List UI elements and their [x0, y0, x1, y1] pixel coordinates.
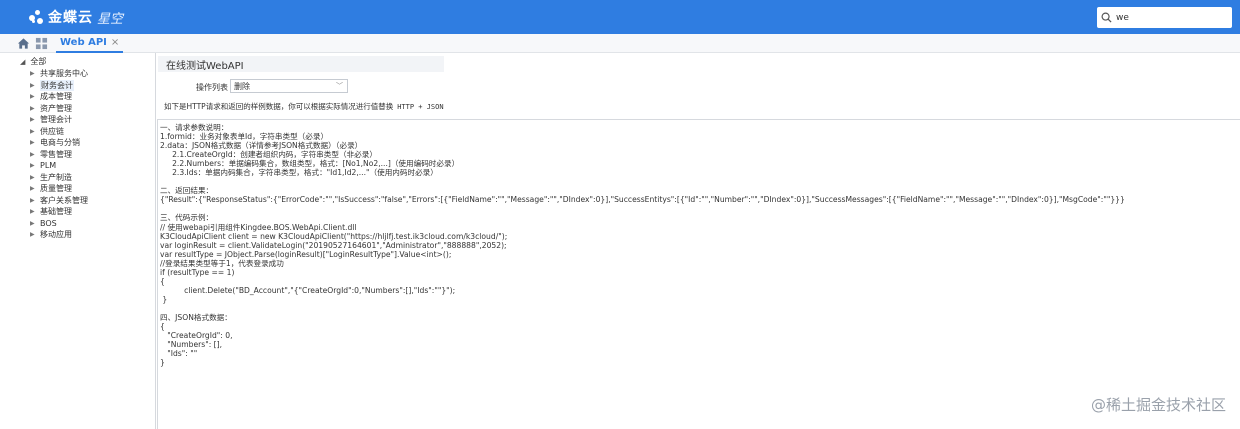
brand-logo[interactable]: 金蝶云 星空	[28, 6, 123, 28]
doc-line: 一、请求参数说明：	[160, 123, 229, 132]
tree-item[interactable]: ▶ 供应链	[30, 126, 88, 138]
home-icon[interactable]	[17, 37, 30, 50]
doc-line: // 使用webapi引用组件Kingdee.BOS.WebApi.Client…	[160, 223, 357, 232]
caret-right-icon[interactable]: ▶	[30, 162, 40, 169]
close-icon[interactable]: ×	[111, 37, 119, 48]
tree-item[interactable]: ▶ 客户关系管理	[30, 195, 88, 207]
doc-line: 2.1.CreateOrgId：创建者组织内码，字符串类型（非必录）	[160, 150, 377, 159]
doc-line: 三、代码示例：	[160, 213, 214, 222]
tree-item[interactable]: ▶ 共享服务中心	[30, 68, 88, 80]
doc-line: if (resultType == 1)	[160, 268, 235, 277]
doc-line: var resultType = JObject.Parse(loginResu…	[160, 250, 452, 259]
main-content: 在线测试WebAPI 操作列表 删除 ﹀ 如下是HTTP请求和返回的样例数据，你…	[157, 53, 1240, 429]
tree-root-label: 全部	[30, 57, 47, 66]
doc-line: 四、JSON格式数据：	[160, 313, 232, 322]
tree-item[interactable]: ▶ 管理会计	[30, 114, 88, 126]
caret-right-icon[interactable]: ▶	[30, 220, 40, 227]
caret-right-icon[interactable]: ▶	[30, 70, 40, 77]
doc-line: {"Result":{"ResponseStatus":{"ErrorCode"…	[160, 195, 1125, 204]
caret-right-icon[interactable]: ▶	[30, 139, 40, 146]
caret-right-icon[interactable]: ▶	[30, 105, 40, 112]
caret-right-icon[interactable]: ▶	[30, 197, 40, 204]
tab-bar: Web API ×	[0, 34, 1240, 53]
doc-line: 1.formid：业务对象表单Id，字符串类型（必录）	[160, 132, 329, 141]
brand-name: 金蝶云	[48, 10, 93, 26]
search-icon	[1101, 12, 1112, 23]
caret-right-icon[interactable]: ▶	[30, 93, 40, 100]
caret-right-icon[interactable]: ▶	[30, 185, 40, 192]
tree-item[interactable]: ▶ PLM	[30, 160, 88, 172]
tree-item[interactable]: ▶ 移动应用	[30, 229, 88, 241]
logo-mark-icon	[28, 9, 44, 25]
tab-web-api[interactable]: Web API ×	[56, 34, 124, 53]
sample-doc-area[interactable]: 一、请求参数说明： 1.formid：业务对象表单Id，字符串类型（必录） 2.da…	[157, 119, 1240, 429]
tree-item[interactable]: ▶ 财务会计	[30, 79, 88, 92]
panel-title: 在线测试WebAPI	[158, 56, 444, 72]
doc-line: "Numbers": [],	[160, 340, 222, 349]
sidebar-tree: ◢ 全部 ▶ 共享服务中心 ▶ 财务会计 ▶ 成本管理 ▶ 资产管理 ▶ 管理会计 ▶ 供应…	[0, 53, 156, 429]
hint-text: 如下是HTTP请求和返回的样例数据，你可以根据实际情况进行值替换 HTTP + J…	[164, 101, 444, 112]
hint-format: HTTP + JSON	[397, 103, 444, 111]
operation-select-value: 删除	[234, 81, 250, 91]
doc-line: var loginResult = client.ValidateLogin("…	[160, 241, 507, 250]
doc-line: client.Delete("BD_Account","{"CreateOrgI…	[160, 286, 456, 295]
doc-line: }	[160, 358, 165, 367]
tree-item[interactable]: ▶ 资产管理	[30, 103, 88, 115]
doc-line: }	[160, 295, 168, 304]
chevron-down-icon[interactable]: ﹀	[336, 81, 343, 91]
doc-line: "Ids": ""	[160, 349, 198, 358]
tab-label: Web API	[60, 37, 107, 48]
tree-root[interactable]: ◢ 全部	[20, 56, 46, 67]
search-input[interactable]	[1116, 12, 1216, 23]
tree-item[interactable]: ▶ 电商与分销	[30, 137, 88, 149]
doc-line: 2.data：JSON格式数据（详情参考JSON格式数据）（必录）	[160, 141, 363, 150]
caret-right-icon[interactable]: ▶	[30, 82, 40, 89]
tree-item[interactable]: ▶ 生产制造	[30, 172, 88, 184]
operation-select[interactable]: 删除 ﹀	[230, 79, 348, 93]
doc-line: //登录结果类型等于1，代表登录成功	[160, 259, 284, 268]
operation-label: 操作列表	[196, 83, 228, 92]
top-bar: 金蝶云 星空	[0, 0, 1240, 34]
brand-product: 星空	[97, 11, 124, 27]
hint-description: 如下是HTTP请求和返回的样例数据，你可以根据实际情况进行值替换	[164, 102, 394, 111]
tree-item[interactable]: ▶ 质量管理	[30, 183, 88, 195]
doc-line: 二、返回结果：	[160, 186, 214, 195]
caret-right-icon[interactable]: ▶	[30, 128, 40, 135]
grid-menu-icon[interactable]	[35, 37, 48, 50]
search-box[interactable]	[1097, 7, 1232, 28]
tree-item[interactable]: ▶ BOS	[30, 218, 88, 230]
tree-item[interactable]: ▶ 成本管理	[30, 91, 88, 103]
tree-list: ▶ 共享服务中心 ▶ 财务会计 ▶ 成本管理 ▶ 资产管理 ▶ 管理会计 ▶ 供应链 ▶ 电商…	[30, 68, 88, 241]
doc-line: {	[160, 277, 165, 286]
caret-right-icon[interactable]: ▶	[30, 208, 40, 215]
doc-line: "CreateOrgId": 0,	[160, 331, 233, 340]
tree-item[interactable]: ▶ 基础管理	[30, 206, 88, 218]
caret-right-icon[interactable]: ▶	[30, 174, 40, 181]
watermark: @稀土掘金技术社区	[1090, 396, 1226, 414]
doc-line: 2.2.Numbers：单据编码集合，数组类型，格式：[No1,No2,...]…	[160, 159, 460, 168]
tree-item[interactable]: ▶ 零售管理	[30, 149, 88, 161]
doc-line: {	[160, 322, 165, 331]
doc-line: K3CloudApiClient client = new K3CloudApi…	[160, 232, 508, 241]
caret-right-icon[interactable]: ▶	[30, 151, 40, 158]
doc-line: 2.3.Ids：单据内码集合，字符串类型，格式："Id1,Id2,..."（使用…	[160, 168, 438, 177]
caret-down-icon[interactable]: ◢	[20, 58, 25, 66]
caret-right-icon[interactable]: ▶	[30, 231, 40, 238]
caret-right-icon[interactable]: ▶	[30, 116, 40, 123]
